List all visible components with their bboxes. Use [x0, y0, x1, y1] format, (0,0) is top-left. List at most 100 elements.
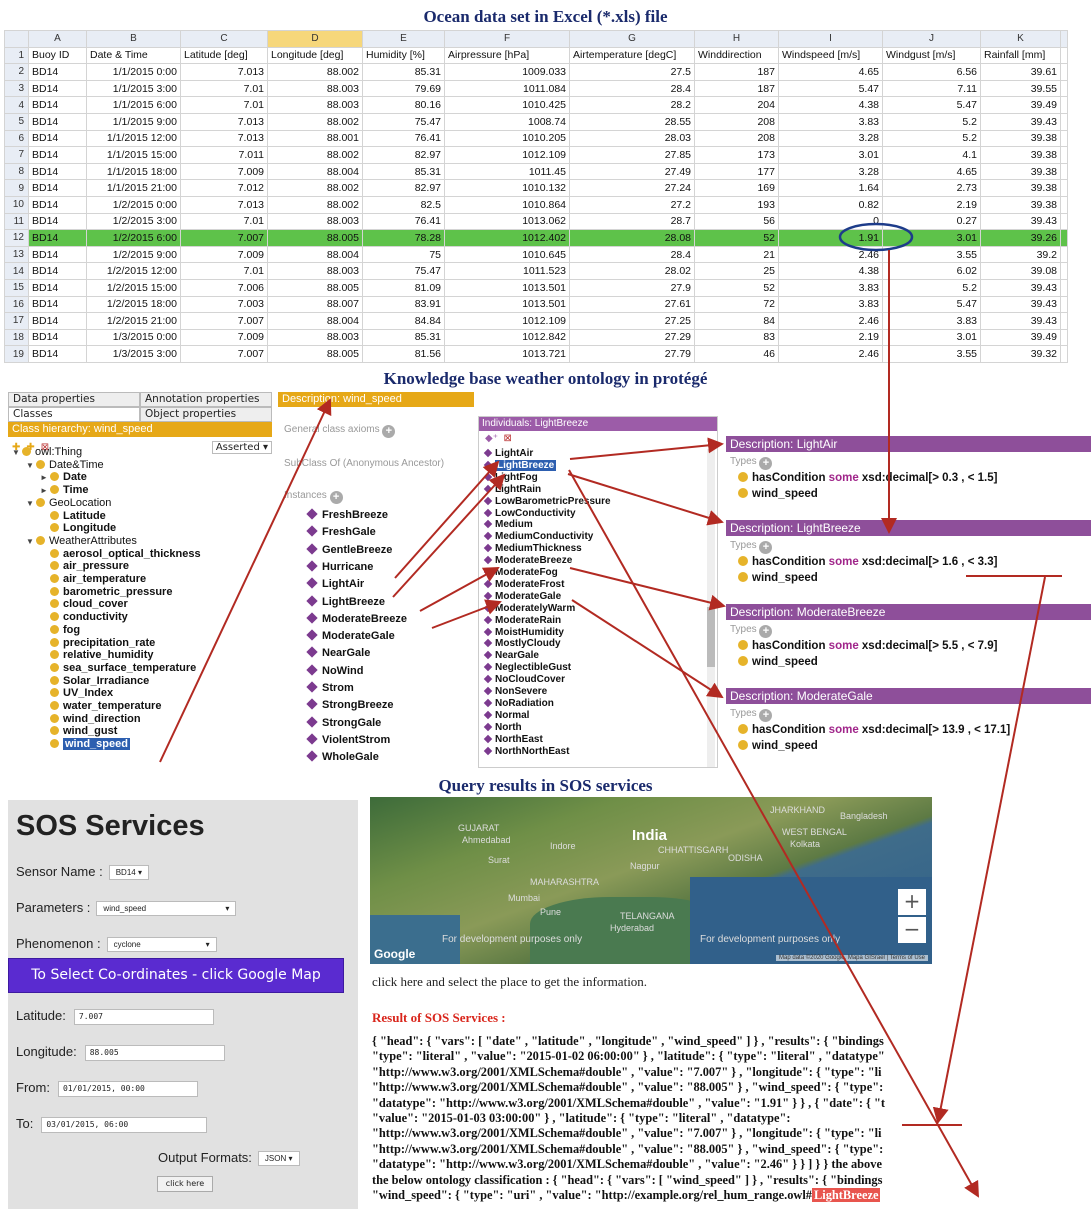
google-map[interactable]: India Bangladesh JHARKHAND WEST BENGAL K…: [370, 797, 932, 964]
table-cell[interactable]: 187: [694, 63, 779, 81]
table-cell[interactable]: 88.001: [267, 129, 363, 148]
table-cell[interactable]: BD14: [28, 328, 87, 347]
table-cell[interactable]: 7.11: [882, 79, 981, 98]
table-cell[interactable]: BD14: [28, 212, 87, 231]
individual-item[interactable]: NonSevere: [483, 686, 547, 698]
table-cell[interactable]: 25: [694, 262, 779, 280]
table-cell[interactable]: 177: [694, 162, 779, 181]
zoom-out-button[interactable]: −: [898, 917, 926, 943]
table-cell[interactable]: [1060, 146, 1068, 164]
table-cell[interactable]: 7.009: [180, 328, 268, 347]
table-cell[interactable]: [1060, 328, 1068, 347]
table-cell[interactable]: [1060, 278, 1068, 297]
instance-item[interactable]: LightAir: [306, 577, 364, 590]
table-cell[interactable]: 7.013: [180, 63, 268, 81]
table-cell[interactable]: BD14: [28, 262, 87, 280]
class-tree-node[interactable]: ► Time: [40, 484, 88, 498]
table-cell[interactable]: 1011.084: [444, 79, 570, 98]
table-cell[interactable]: 1009.033: [444, 63, 570, 81]
row-number[interactable]: 16: [4, 295, 29, 314]
instance-item[interactable]: Strom: [306, 681, 354, 694]
table-cell[interactable]: 7.003: [180, 295, 268, 314]
table-cell[interactable]: 1012.842: [444, 328, 570, 347]
table-cell[interactable]: 39.49: [980, 96, 1061, 114]
table-cell[interactable]: [1060, 79, 1068, 98]
table-cell[interactable]: [1060, 162, 1068, 181]
table-cell[interactable]: 88.002: [267, 63, 363, 81]
table-cell[interactable]: 85.31: [362, 328, 445, 347]
column-letter[interactable]: J: [882, 30, 981, 48]
class-tree-node[interactable]: ▼ owl:Thing: [12, 446, 82, 460]
table-cell[interactable]: 46: [694, 345, 779, 363]
table-cell[interactable]: 80.16: [362, 96, 445, 114]
column-letter[interactable]: B: [86, 30, 181, 48]
table-cell[interactable]: [1060, 112, 1068, 131]
expand-toggle-icon[interactable]: ►: [40, 485, 50, 498]
table-cell[interactable]: 4.65: [778, 63, 883, 81]
table-cell[interactable]: 3.55: [882, 345, 981, 363]
row-number[interactable]: 1: [4, 46, 29, 65]
add-type-icon[interactable]: +: [759, 541, 773, 554]
table-cell[interactable]: 75: [362, 245, 445, 264]
individual-item[interactable]: ModeratelyWarm: [483, 603, 575, 615]
table-cell[interactable]: 75.47: [362, 262, 445, 280]
table-cell[interactable]: 88.005: [267, 278, 363, 297]
individual-item[interactable]: MoistHumidity: [483, 627, 564, 639]
table-cell[interactable]: 88.002: [267, 146, 363, 164]
instance-item[interactable]: Hurricane: [306, 560, 373, 573]
instance-item[interactable]: FreshBreeze: [306, 508, 388, 521]
column-header[interactable]: Humidity [%]: [362, 46, 445, 65]
column-header[interactable]: [1060, 46, 1068, 65]
tab-data-properties[interactable]: Data properties: [8, 392, 140, 407]
table-cell[interactable]: 1011.45: [444, 162, 570, 181]
table-cell[interactable]: [1060, 129, 1068, 148]
row-number[interactable]: 6: [4, 129, 29, 148]
table-cell[interactable]: 1/1/2015 3:00: [86, 79, 181, 98]
table-cell[interactable]: 28.55: [569, 112, 695, 131]
table-cell[interactable]: 7.007: [180, 345, 268, 363]
table-cell[interactable]: 193: [694, 195, 779, 214]
table-cell[interactable]: 88.003: [267, 212, 363, 231]
table-cell[interactable]: 1012.109: [444, 312, 570, 330]
tab-object-properties[interactable]: Object properties: [140, 407, 272, 422]
table-cell[interactable]: 82.5: [362, 195, 445, 214]
class-tree-node[interactable]: barometric_pressure: [40, 586, 172, 599]
table-cell[interactable]: 82.97: [362, 179, 445, 197]
table-cell[interactable]: 1.64: [778, 179, 883, 197]
table-cell[interactable]: 204: [694, 96, 779, 114]
table-cell[interactable]: 39.38: [980, 179, 1061, 197]
table-cell[interactable]: 39.26: [980, 229, 1061, 247]
column-letter[interactable]: H: [694, 30, 779, 48]
table-cell[interactable]: 1/1/2015 21:00: [86, 179, 181, 197]
table-cell[interactable]: 88.004: [267, 245, 363, 264]
table-cell[interactable]: 84.84: [362, 312, 445, 330]
instance-item[interactable]: GentleBreeze: [306, 542, 392, 556]
table-cell[interactable]: 1010.205: [444, 129, 570, 148]
instance-item[interactable]: StrongGale: [306, 715, 381, 729]
table-cell[interactable]: BD14: [28, 229, 87, 247]
table-cell[interactable]: 169: [694, 179, 779, 197]
column-header[interactable]: Date & Time: [86, 46, 181, 65]
table-cell[interactable]: 1/3/2015 0:00: [86, 328, 181, 347]
class-tree-node[interactable]: wind_direction: [40, 713, 141, 726]
column-header[interactable]: Winddirection: [694, 46, 779, 65]
add-type-icon[interactable]: +: [759, 457, 773, 470]
instance-item[interactable]: NearGale: [306, 646, 370, 659]
class-tree-node[interactable]: ▼ Date&Time: [26, 459, 104, 473]
instance-item[interactable]: WholeGale: [306, 750, 379, 763]
table-cell[interactable]: [1060, 179, 1068, 197]
table-cell[interactable]: 4.65: [882, 162, 981, 181]
table-cell[interactable]: BD14: [28, 63, 87, 81]
table-cell[interactable]: 39.32: [980, 345, 1061, 363]
table-cell[interactable]: 39.43: [980, 295, 1061, 314]
table-cell[interactable]: 3.28: [778, 162, 883, 181]
table-cell[interactable]: 3.01: [778, 146, 883, 164]
table-cell[interactable]: 83.91: [362, 295, 445, 314]
output-format-select[interactable]: JSON ▾: [257, 1151, 300, 1167]
individual-item[interactable]: ModerateRain: [483, 615, 561, 627]
column-letter[interactable]: G: [569, 30, 695, 48]
row-number[interactable]: 13: [4, 245, 29, 264]
table-cell[interactable]: [1060, 295, 1068, 314]
table-cell[interactable]: 1/2/2015 0:00: [86, 195, 181, 214]
class-tree-node[interactable]: Solar_Irradiance: [40, 675, 149, 688]
